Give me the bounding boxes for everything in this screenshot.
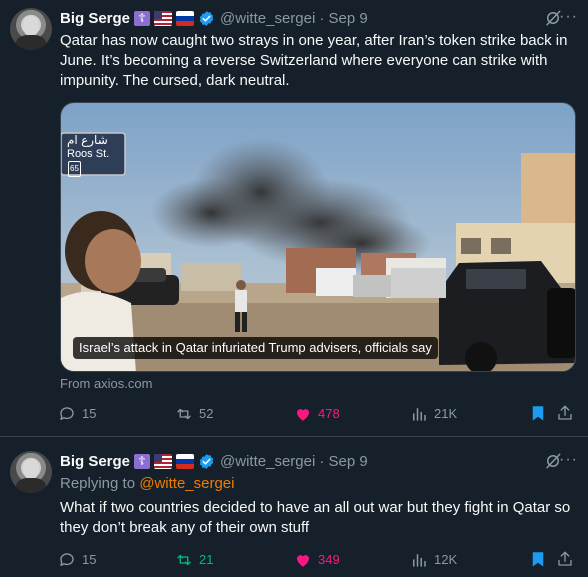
more-options-icon[interactable]: ··· (559, 451, 578, 469)
replying-to-mention[interactable]: @witte_sergei (139, 475, 234, 492)
reply-icon (60, 407, 74, 420)
us-flag-emoji (154, 10, 173, 26)
tweet-actions: 15 21 349 12K (58, 550, 578, 570)
author-handle[interactable]: @witte_sergei (220, 453, 315, 470)
bookmark-filled-icon[interactable] (529, 550, 547, 568)
share-icon[interactable] (556, 550, 574, 568)
street-sign: شارع ام Roos St. 65 (67, 133, 123, 177)
repost-icon (177, 554, 191, 566)
repost-icon (177, 408, 191, 420)
author-handle[interactable]: @witte_sergei (220, 10, 315, 27)
tweet-header: Big Serge ☦ @witte_sergei · Sep 9 (60, 451, 368, 471)
views-count: 21K (434, 406, 458, 421)
street-sign-arabic: شارع ام (67, 133, 108, 147)
news-photo (61, 103, 575, 371)
avatar[interactable] (10, 8, 52, 50)
reply-button[interactable]: 15 (58, 404, 96, 424)
repost-count: 21 (199, 552, 214, 567)
like-count: 349 (318, 552, 340, 567)
views-count: 12K (434, 552, 458, 567)
repost-count: 52 (199, 406, 214, 421)
reply-count: 15 (82, 552, 97, 567)
tweet-header: Big Serge ☦ @witte_sergei · Sep 9 (60, 8, 368, 28)
card-source[interactable]: From axios.com (60, 376, 152, 391)
heart-filled-icon (297, 555, 309, 567)
tweet-date[interactable]: · Sep 9 (319, 10, 367, 27)
replying-to: Replying to @witte_sergei (60, 475, 235, 492)
bookmark-filled-icon[interactable] (529, 404, 547, 422)
russia-flag-emoji (176, 453, 195, 469)
author-name[interactable]: Big Serge (60, 453, 130, 470)
tweet-text: Qatar has now caught two strays in one y… (60, 32, 568, 89)
link-card[interactable]: شارع ام Roos St. 65 Israel’s attack in Q… (60, 102, 576, 372)
avatar[interactable] (10, 451, 52, 493)
views-button[interactable]: 21K (410, 404, 457, 424)
orthodox-cross-emoji: ☦ (134, 453, 151, 469)
author-name[interactable]: Big Serge (60, 10, 130, 27)
us-flag-emoji (154, 453, 173, 469)
reply-button[interactable]: 15 (58, 550, 96, 570)
views-chart-icon (413, 408, 426, 421)
street-sign-latin: Roos St. 65 (67, 147, 123, 177)
tweet-menu: ··· (544, 451, 578, 471)
tweet[interactable]: Big Serge ☦ @witte_sergei · Sep 9 ··· Re… (0, 438, 588, 577)
russia-flag-emoji (176, 10, 195, 26)
verified-badge-icon (199, 10, 214, 26)
like-button[interactable]: 478 (294, 404, 340, 424)
more-options-icon[interactable]: ··· (559, 8, 578, 26)
reply-icon (60, 553, 74, 566)
tweet-text: What if two countries decided to have an… (60, 499, 571, 536)
repost-button[interactable]: 52 (175, 404, 213, 424)
share-icon[interactable] (556, 404, 574, 422)
like-button[interactable]: 349 (294, 550, 340, 570)
views-button[interactable]: 12K (410, 550, 457, 570)
card-headline: Israel’s attack in Qatar infuriated Trum… (73, 337, 438, 359)
like-count: 478 (318, 406, 340, 421)
tweet-menu: ··· (544, 8, 578, 28)
orthodox-cross-emoji: ☦ (134, 10, 151, 26)
timeline: Big Serge ☦ @witte_sergei · Sep 9 ··· Qa… (0, 0, 588, 577)
reply-count: 15 (82, 406, 97, 421)
verified-badge-icon (199, 453, 214, 469)
tweet[interactable]: Big Serge ☦ @witte_sergei · Sep 9 ··· Qa… (0, 0, 588, 437)
tweet-date[interactable]: · Sep 9 (319, 453, 367, 470)
repost-button[interactable]: 21 (175, 550, 213, 570)
tweet-actions: 15 52 478 21K (58, 404, 578, 424)
views-chart-icon (413, 554, 426, 567)
heart-filled-icon (297, 409, 309, 421)
